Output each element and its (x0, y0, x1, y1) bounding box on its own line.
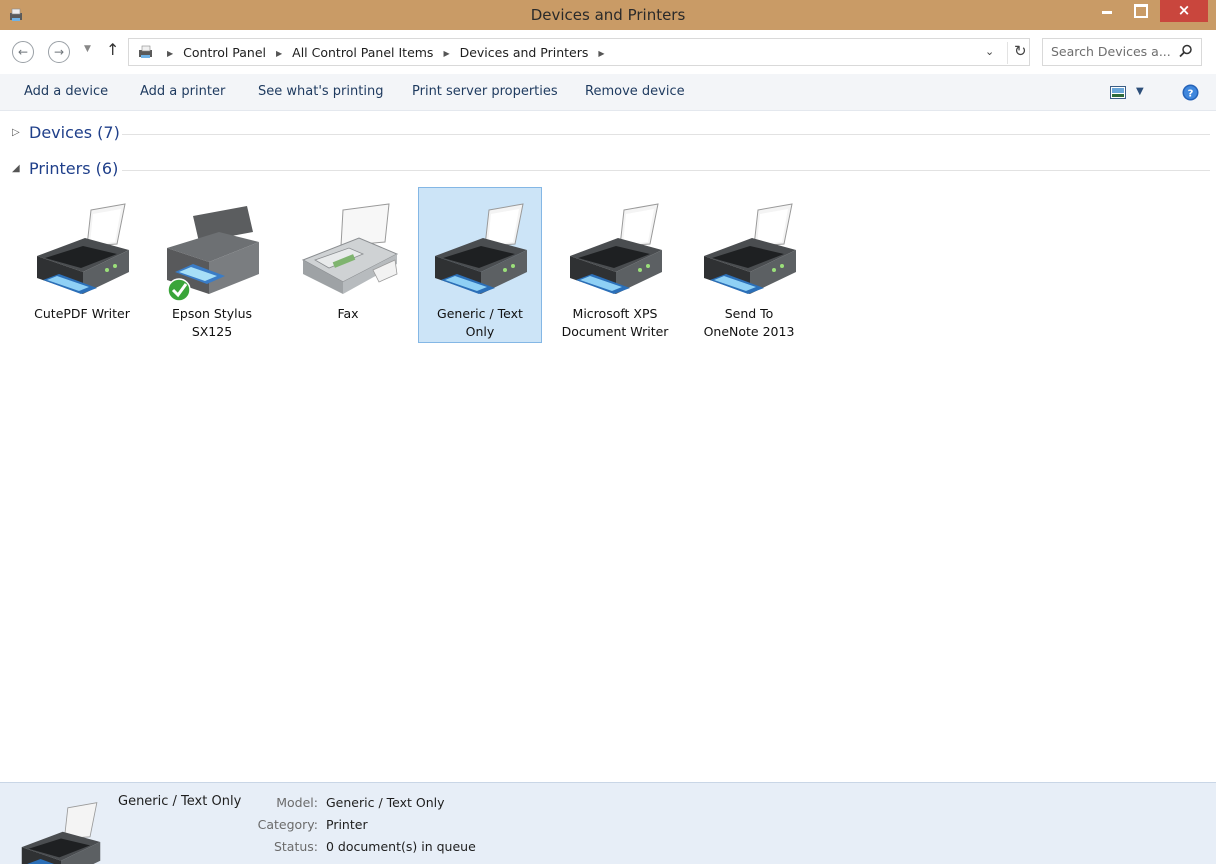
breadcrumb: ▶ Control Panel ▶ All Control Panel Item… (161, 45, 611, 60)
maximize-button[interactable] (1124, 0, 1154, 22)
printer-name-line2: Document Writer (561, 324, 669, 339)
group-divider (122, 170, 1210, 171)
printer-tile-fax[interactable]: Fax (286, 187, 410, 343)
selected-printer-icon (21, 802, 101, 864)
printer-label: Epson Stylus SX125 (153, 305, 271, 341)
window-title: Devices and Printers (530, 6, 686, 24)
printer-icon (431, 202, 531, 302)
change-view-icon[interactable] (1110, 86, 1126, 99)
printer-name-line1: Send To (724, 306, 774, 321)
details-model-row: Model: Generic / Text Only (240, 795, 445, 810)
details-category-value: Printer (326, 817, 368, 832)
address-bar[interactable]: ▶ Control Panel ▶ All Control Panel Item… (128, 38, 1030, 66)
add-printer-button[interactable]: Add a printer (140, 84, 225, 99)
details-status-row: Status: 0 document(s) in queue (240, 839, 476, 854)
view-options-dropdown[interactable]: ▼ (1136, 86, 1144, 97)
title-bar: Devices and Printers × (0, 0, 1216, 30)
details-model-label: Model: (276, 795, 318, 810)
details-device-name: Generic / Text Only (118, 794, 242, 809)
printer-tile-generic-text-only[interactable]: Generic / Text Only (418, 187, 542, 343)
group-divider (122, 134, 1210, 135)
printer-name-line1: CutePDF Writer (34, 306, 130, 321)
help-icon[interactable]: ? (1182, 84, 1199, 101)
arrow-up-icon: ↑ (106, 40, 120, 59)
svg-text:?: ? (1188, 89, 1194, 100)
fax-icon (301, 203, 399, 294)
arrow-right-icon: → (53, 45, 65, 59)
details-category-label: Category: (257, 817, 318, 832)
printer-label: Generic / Text Only (421, 305, 539, 341)
printers-group-header[interactable]: ◢ Printers (6) (12, 159, 1210, 181)
chevron-right-icon[interactable]: ▶ (443, 49, 449, 58)
printers-group-label[interactable]: Printers (6) (29, 159, 127, 178)
printer-name-line2: Only (465, 324, 495, 339)
details-model-value: Generic / Text Only (326, 795, 445, 810)
breadcrumb-all-items[interactable]: All Control Panel Items (292, 45, 433, 60)
printer-name-line1: Epson Stylus (171, 306, 253, 321)
printer-tile-send-to-onenote-2013[interactable]: Send To OneNote 2013 (687, 187, 811, 343)
default-printer-icon (167, 206, 259, 302)
printer-icon (700, 202, 800, 302)
devices-group-label[interactable]: Devices (7) (29, 123, 128, 142)
close-icon: × (1177, 1, 1191, 19)
arrow-left-icon: ← (17, 45, 29, 59)
printer-icon (33, 202, 133, 302)
search-icon[interactable] (1179, 44, 1193, 58)
refresh-icon: ↻ (1014, 42, 1027, 60)
devices-group-header[interactable]: ▷ Devices (7) (12, 123, 1210, 145)
printer-name-line2: SX125 (191, 324, 233, 339)
breadcrumb-devices-printers[interactable]: Devices and Printers (460, 45, 589, 60)
forward-button[interactable]: → (48, 41, 70, 63)
refresh-button[interactable]: ↻ (1007, 42, 1027, 64)
search-box[interactable] (1042, 38, 1202, 66)
printer-tile-cutepdf-writer[interactable]: CutePDF Writer (20, 187, 144, 343)
command-bar: Add a device Add a printer See what's pr… (0, 74, 1216, 111)
chevron-right-icon[interactable]: ▶ (167, 49, 173, 58)
printer-name-line1: Generic / Text (437, 306, 523, 321)
printer-label: Fax (289, 305, 407, 323)
chevron-down-icon: ⌄ (985, 45, 995, 58)
up-button[interactable]: ↑ (106, 40, 119, 59)
print-server-properties-button[interactable]: Print server properties (412, 84, 558, 99)
chevron-right-icon[interactable]: ▶ (598, 49, 604, 58)
chevron-right-icon[interactable]: ▶ (276, 49, 282, 58)
details-pane: Generic / Text Only Model: Generic / Text… (0, 782, 1216, 864)
details-category-row: Category: Printer (240, 817, 368, 832)
printer-icon (566, 202, 666, 302)
printer-tile-epson-stylus-sx125[interactable]: Epson Stylus SX125 (150, 187, 274, 343)
back-button[interactable]: ← (12, 41, 34, 63)
add-device-button[interactable]: Add a device (24, 84, 108, 99)
remove-device-button[interactable]: Remove device (585, 84, 685, 99)
close-button[interactable]: × (1160, 0, 1208, 22)
printer-tile-microsoft-xps-document-writer[interactable]: Microsoft XPS Document Writer (553, 187, 677, 343)
details-status-label: Status: (273, 839, 318, 854)
recent-locations-dropdown[interactable]: ▼ (84, 44, 91, 54)
expand-triangle-icon[interactable]: ▷ (12, 127, 20, 138)
details-status-value: 0 document(s) in queue (326, 839, 476, 854)
minimize-button[interactable] (1092, 0, 1122, 22)
navigation-bar: ← → ▼ ↑ ▶ Control Panel ▶ All Control Pa… (0, 30, 1216, 74)
printer-name-line1: Microsoft XPS (572, 306, 658, 321)
breadcrumb-control-panel[interactable]: Control Panel (183, 45, 266, 60)
control-panel-icon (139, 45, 152, 58)
printer-name-line2: OneNote 2013 (703, 324, 795, 339)
printer-name-line1: Fax (337, 306, 359, 321)
printer-label: CutePDF Writer (23, 305, 141, 323)
address-history-dropdown[interactable]: ⌄ (985, 45, 994, 58)
printer-label: Send To OneNote 2013 (690, 305, 808, 341)
printer-label: Microsoft XPS Document Writer (556, 305, 674, 341)
see-whats-printing-button[interactable]: See what's printing (258, 84, 383, 99)
search-input[interactable] (1051, 44, 1171, 59)
collapse-triangle-icon[interactable]: ◢ (12, 163, 20, 174)
